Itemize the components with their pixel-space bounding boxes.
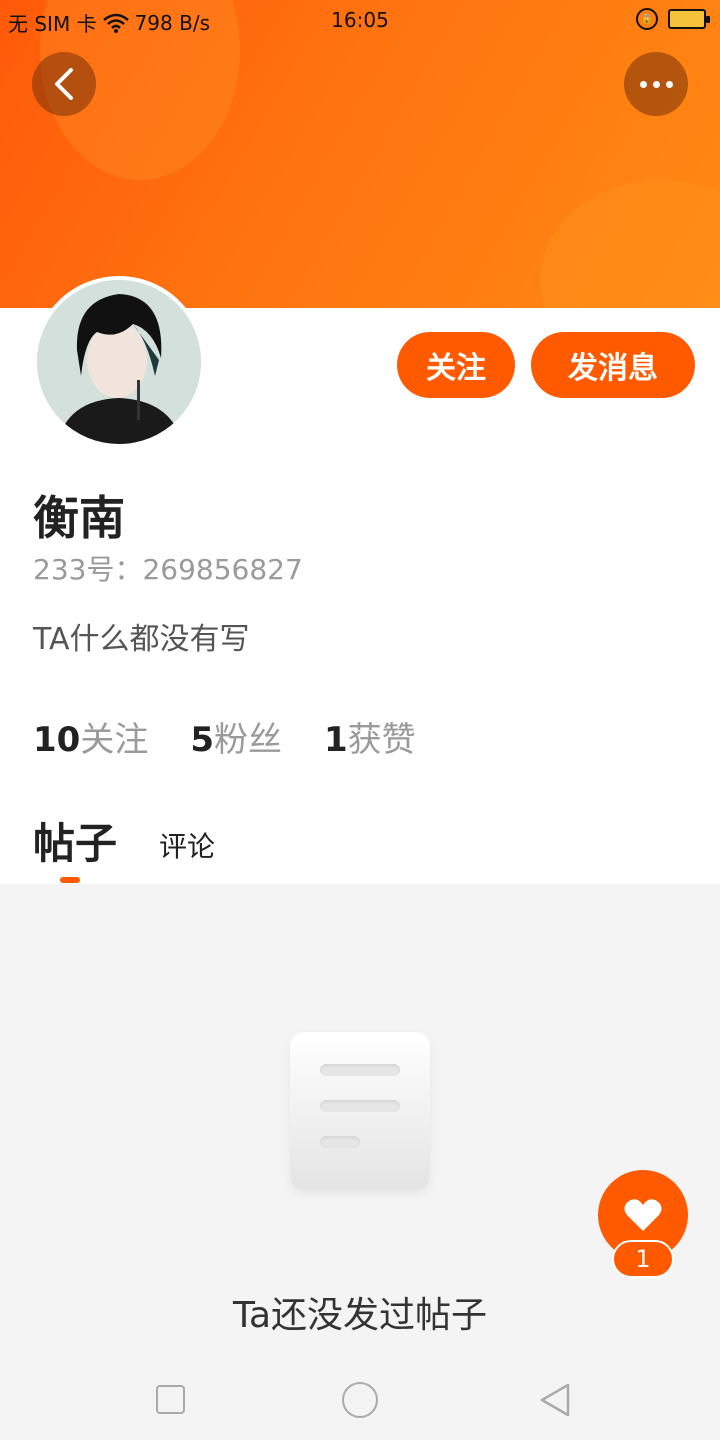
back-button[interactable] <box>32 52 96 116</box>
tab-comments[interactable]: 评论 <box>159 825 215 871</box>
empty-document-icon <box>290 1032 430 1190</box>
like-count-badge: 1 <box>612 1240 674 1278</box>
status-bar: 无 SIM 卡 798 B/s 16:05 🔒 <box>0 0 720 40</box>
clock: 16:05 <box>331 8 389 32</box>
tab-posts[interactable]: 帖子 <box>33 810 117 883</box>
posts-content: Ta还没发过帖子 <box>0 884 720 1360</box>
stat-fans[interactable]: 5粉丝 <box>190 712 282 761</box>
heart-icon <box>624 1199 662 1231</box>
send-message-button[interactable]: 发消息 <box>531 332 695 398</box>
rotation-lock-icon: 🔒 <box>636 8 658 30</box>
user-name: 衡南 <box>33 491 125 545</box>
chevron-left-icon <box>55 68 73 100</box>
avatar-image <box>37 280 201 444</box>
recent-apps-button[interactable] <box>156 1385 185 1414</box>
follow-button[interactable]: 关注 <box>397 332 515 398</box>
home-button[interactable] <box>342 1382 378 1418</box>
stat-following[interactable]: 10关注 <box>33 712 148 761</box>
user-bio: TA什么都没有写 <box>33 622 250 657</box>
empty-state-message: Ta还没发过帖子 <box>232 1295 488 1336</box>
stats-row: 10关注 5粉丝 1获赞 <box>33 712 416 761</box>
profile-banner <box>0 0 720 308</box>
tab-bar: 帖子 评论 <box>33 810 215 883</box>
tab-indicator <box>60 877 80 883</box>
battery-icon <box>668 9 710 29</box>
system-nav-bar <box>0 1360 720 1440</box>
stat-likes[interactable]: 1获赞 <box>324 712 416 761</box>
more-dots-icon <box>639 80 673 88</box>
more-button[interactable] <box>624 52 688 116</box>
nav-back-icon[interactable] <box>538 1382 572 1418</box>
user-id: 233号：269856827 <box>33 553 303 586</box>
avatar[interactable] <box>33 276 205 448</box>
